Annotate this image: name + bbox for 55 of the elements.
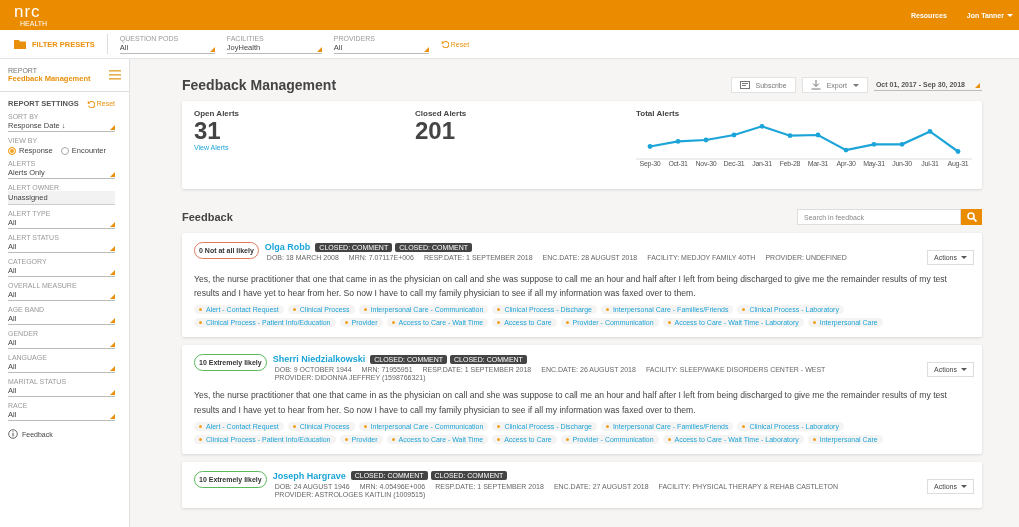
- stat-value: 31: [194, 118, 222, 145]
- caret-icon: [961, 368, 967, 372]
- dropdown-caret-icon: [110, 125, 115, 130]
- dropdown-caret-icon: [110, 270, 115, 275]
- caret-icon: [852, 83, 859, 87]
- search-button[interactable]: [961, 209, 982, 225]
- dropdown-caret-icon: [110, 342, 115, 347]
- patient-name-link[interactable]: Sherri Niedzialkowski: [272, 354, 366, 365]
- logo-text: nrc: [14, 3, 42, 20]
- data-point: [815, 132, 821, 138]
- undo-icon: [86, 99, 95, 108]
- info-icon: [8, 429, 18, 439]
- dropdown-caret-icon: [110, 246, 115, 251]
- page-title: Feedback Management: [182, 77, 337, 93]
- data-point: [871, 141, 877, 147]
- caret-icon: [961, 256, 967, 259]
- stat-label: Open Alerts: [194, 109, 241, 118]
- dropdown-caret-icon: [209, 46, 215, 52]
- caret-icon: [1007, 13, 1013, 17]
- comment-text: Yes, the nurse practitioner that one that came in as the physician on call and she was suppose to call me an hour and half after I left from being discharged to give me the remainder results of my test results and I have yet to hear from her. So now I have to call my family physician to see if all my information was faxed over to them.: [194, 389, 948, 417]
- radio-button[interactable]: [60, 146, 69, 155]
- search-icon: [966, 212, 977, 222]
- stat-value: 201: [415, 118, 457, 145]
- data-point: [731, 132, 737, 138]
- menu-icon: [109, 70, 121, 80]
- patient-name-link[interactable]: Olga Robb: [264, 242, 311, 252]
- dropdown-caret-icon: [423, 46, 429, 52]
- stat-label: Closed Alerts: [415, 109, 468, 118]
- dropdown-caret-icon: [110, 294, 115, 299]
- data-point: [899, 141, 905, 147]
- data-point: [703, 137, 709, 143]
- data-point: [927, 129, 933, 134]
- comment-text: Yes, the nurse practitioner that one that came in as the physician on call and she was suppose to call me an hour and half after I left from being discharged to give me the remainder results of my test results and I have yet to hear from her. So now I have to call my family physician to see if all my information was faxed over to them.: [194, 273, 948, 301]
- patient-name-link[interactable]: Joseph Hargrave: [272, 470, 346, 481]
- message-icon: [739, 80, 750, 90]
- data-point: [787, 133, 793, 139]
- undo-icon: [440, 40, 449, 48]
- chart-title: Total Alerts: [636, 109, 681, 118]
- caret-icon: [961, 484, 967, 488]
- dropdown-caret-icon: [110, 366, 115, 371]
- download-icon: [810, 80, 821, 90]
- dropdown-caret-icon: [110, 172, 115, 177]
- dropdown-caret-icon: [975, 83, 980, 88]
- data-point: [675, 139, 681, 144]
- data-point: [843, 147, 849, 153]
- dropdown-caret-icon: [110, 222, 115, 227]
- dropdown-caret-icon: [316, 46, 322, 52]
- dropdown-caret-icon: [110, 390, 115, 395]
- section-title: Feedback: [182, 211, 233, 223]
- data-point: [955, 149, 961, 154]
- folder-icon: [14, 39, 26, 49]
- dropdown-caret-icon: [110, 414, 115, 419]
- dropdown-caret-icon: [110, 318, 115, 323]
- data-point: [759, 123, 765, 129]
- data-point: [647, 144, 653, 149]
